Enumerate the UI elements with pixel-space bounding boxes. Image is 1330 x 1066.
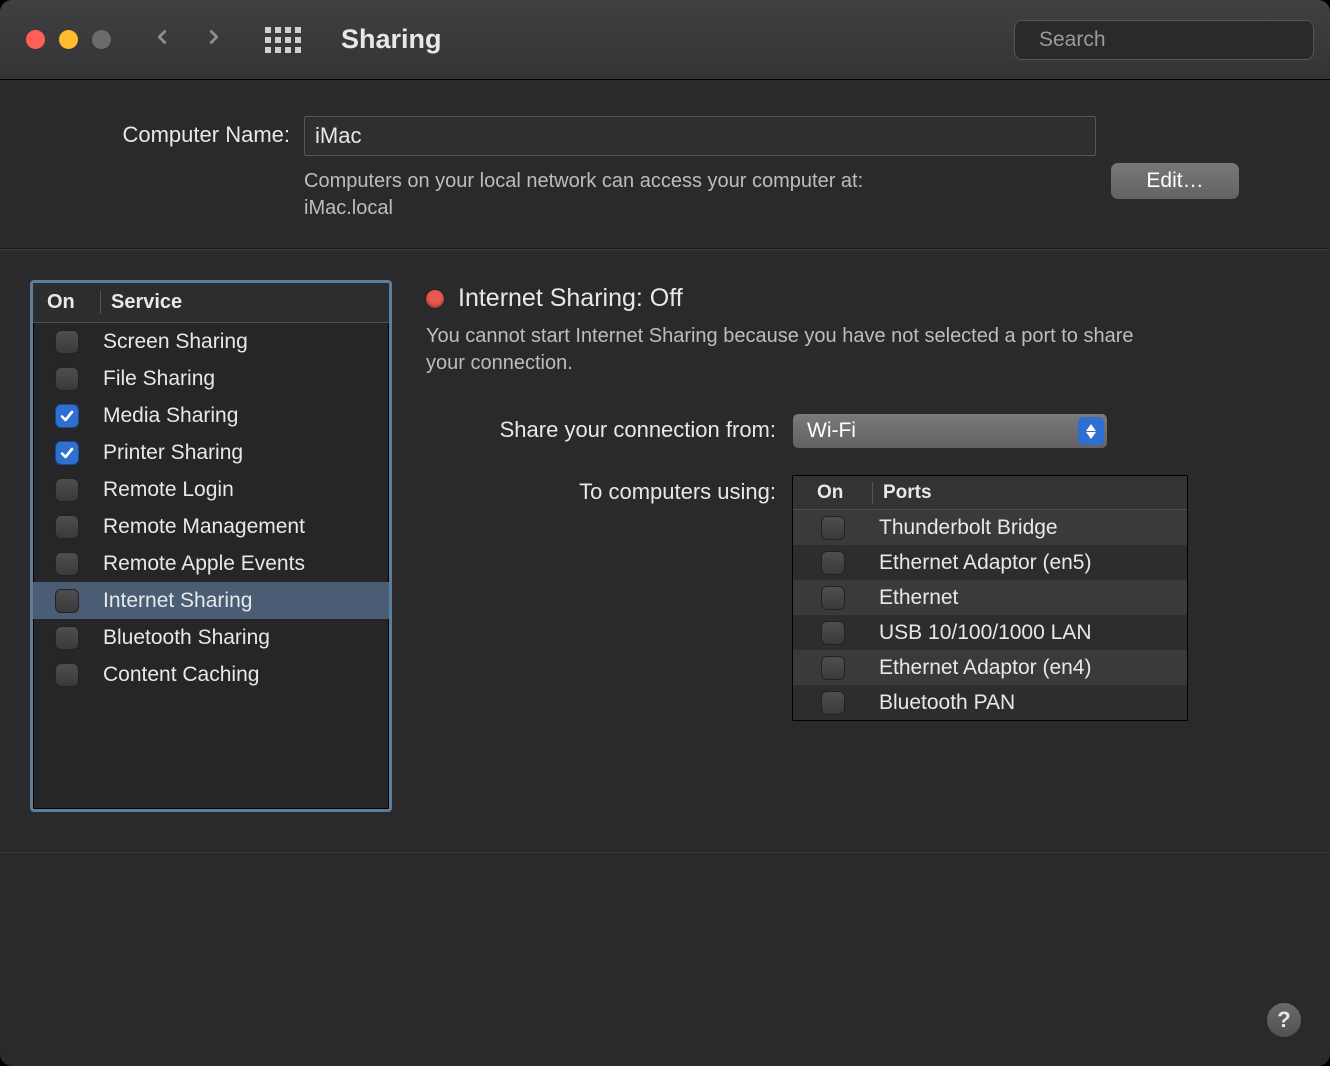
- port-checkbox[interactable]: [821, 656, 845, 680]
- divider: [0, 852, 1330, 853]
- chevron-right-icon: [203, 26, 225, 48]
- computer-name-field[interactable]: iMac: [304, 116, 1096, 156]
- close-window-button[interactable]: [26, 30, 45, 49]
- service-checkbox[interactable]: [55, 404, 79, 428]
- forward-button[interactable]: [203, 26, 225, 54]
- search-input[interactable]: [1037, 27, 1312, 53]
- port-checkbox[interactable]: [821, 691, 845, 715]
- service-row[interactable]: Screen Sharing: [33, 323, 389, 360]
- port-label: USB 10/100/1000 LAN: [873, 621, 1091, 645]
- service-label: Remote Login: [101, 478, 234, 502]
- service-label: Remote Apple Events: [101, 552, 305, 576]
- services-header: On Service: [33, 283, 389, 323]
- port-row[interactable]: Ethernet Adaptor (en5): [793, 545, 1187, 580]
- service-label: Screen Sharing: [101, 330, 248, 354]
- status-line: Internet Sharing: Off: [426, 284, 1300, 313]
- show-all-button[interactable]: [265, 27, 301, 53]
- ports-table[interactable]: On Ports Thunderbolt Bridge Ethernet Adap…: [792, 475, 1188, 721]
- port-label: Bluetooth PAN: [873, 691, 1015, 715]
- service-label: File Sharing: [101, 367, 215, 391]
- port-row[interactable]: Ethernet Adaptor (en4): [793, 650, 1187, 685]
- service-row[interactable]: Remote Management: [33, 508, 389, 545]
- port-label: Ethernet: [873, 586, 958, 610]
- service-row[interactable]: Printer Sharing: [33, 434, 389, 471]
- port-row[interactable]: Thunderbolt Bridge: [793, 510, 1187, 545]
- port-row[interactable]: USB 10/100/1000 LAN: [793, 615, 1187, 650]
- chevron-left-icon: [151, 26, 173, 48]
- ports-col-on: On: [793, 482, 873, 504]
- service-checkbox[interactable]: [55, 441, 79, 465]
- port-label: Thunderbolt Bridge: [873, 516, 1058, 540]
- to-ports-row: To computers using: On Ports Thunderbolt…: [426, 475, 1300, 721]
- service-label: Bluetooth Sharing: [101, 626, 270, 650]
- to-ports-label: To computers using:: [426, 475, 776, 505]
- sharing-pref-pane: Sharing Computer Name: iMac Computers on…: [0, 0, 1330, 1066]
- zoom-window-button[interactable]: [92, 30, 111, 49]
- service-row[interactable]: Remote Login: [33, 471, 389, 508]
- service-row[interactable]: Internet Sharing: [33, 582, 389, 619]
- service-checkbox[interactable]: [55, 330, 79, 354]
- services-col-on: On: [33, 291, 101, 314]
- checkmark-icon: [59, 408, 75, 424]
- port-checkbox[interactable]: [821, 586, 845, 610]
- service-checkbox[interactable]: [55, 478, 79, 502]
- service-row[interactable]: Media Sharing: [33, 397, 389, 434]
- window-toolbar: Sharing: [0, 0, 1330, 80]
- share-from-value: Wi-Fi: [807, 419, 856, 443]
- service-label: Remote Management: [101, 515, 305, 539]
- nav-buttons: [151, 26, 225, 54]
- back-button[interactable]: [151, 26, 173, 54]
- service-label: Content Caching: [101, 663, 259, 687]
- port-checkbox[interactable]: [821, 551, 845, 575]
- service-label: Printer Sharing: [101, 441, 243, 465]
- computer-name-label: Computer Name:: [90, 116, 290, 148]
- share-from-row: Share your connection from: Wi-Fi: [426, 413, 1300, 449]
- share-from-dropdown[interactable]: Wi-Fi: [792, 413, 1108, 449]
- services-table[interactable]: On Service Screen Sharing File Sharing Med…: [30, 280, 392, 812]
- port-label: Ethernet Adaptor (en5): [873, 551, 1091, 575]
- service-checkbox[interactable]: [55, 552, 79, 576]
- search-field[interactable]: [1014, 20, 1314, 60]
- port-row[interactable]: Ethernet: [793, 580, 1187, 615]
- service-row[interactable]: Content Caching: [33, 656, 389, 693]
- service-row[interactable]: Bluetooth Sharing: [33, 619, 389, 656]
- dropdown-arrows-icon: [1078, 417, 1104, 445]
- computer-name-note: Computers on your local network can acce…: [304, 168, 1096, 222]
- minimize-window-button[interactable]: [59, 30, 78, 49]
- ports-col-ports: Ports: [873, 482, 932, 504]
- computer-name-section: Computer Name: iMac Computers on your lo…: [0, 80, 1330, 249]
- service-checkbox[interactable]: [55, 626, 79, 650]
- main-content: On Service Screen Sharing File Sharing Med…: [0, 249, 1330, 842]
- service-checkbox[interactable]: [55, 367, 79, 391]
- service-label: Internet Sharing: [101, 589, 252, 613]
- service-checkbox[interactable]: [55, 589, 79, 613]
- pane-title: Sharing: [341, 24, 442, 55]
- port-label: Ethernet Adaptor (en4): [873, 656, 1091, 680]
- ports-header: On Ports: [793, 476, 1187, 510]
- status-indicator-icon: [426, 290, 444, 308]
- port-checkbox[interactable]: [821, 621, 845, 645]
- port-checkbox[interactable]: [821, 516, 845, 540]
- services-col-service: Service: [101, 291, 182, 314]
- service-row[interactable]: File Sharing: [33, 360, 389, 397]
- status-description: You cannot start Internet Sharing becaus…: [426, 323, 1146, 377]
- service-detail: Internet Sharing: Off You cannot start I…: [426, 280, 1300, 812]
- service-checkbox[interactable]: [55, 663, 79, 687]
- service-label: Media Sharing: [101, 404, 238, 428]
- port-row[interactable]: Bluetooth PAN: [793, 685, 1187, 720]
- service-row[interactable]: Remote Apple Events: [33, 545, 389, 582]
- status-title: Internet Sharing: Off: [458, 284, 683, 313]
- edit-hostname-button[interactable]: Edit…: [1110, 162, 1240, 200]
- service-checkbox[interactable]: [55, 515, 79, 539]
- help-button[interactable]: ?: [1266, 1002, 1302, 1038]
- share-from-label: Share your connection from:: [426, 413, 776, 443]
- checkmark-icon: [59, 445, 75, 461]
- window-controls: [26, 30, 111, 49]
